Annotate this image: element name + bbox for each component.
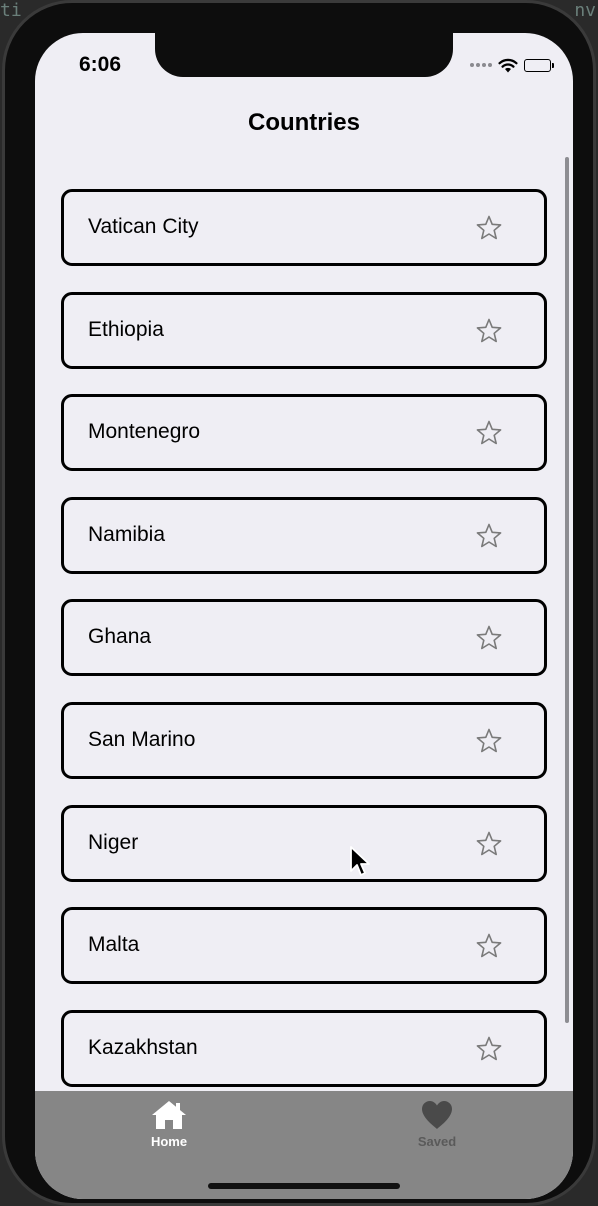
wifi-icon bbox=[498, 58, 518, 72]
country-name: Niger bbox=[88, 830, 139, 854]
home-icon bbox=[152, 1101, 186, 1129]
star-outline-icon[interactable] bbox=[476, 1036, 502, 1062]
phone-frame: 6:06 Countries Vatican City Ethiopia Monte… bbox=[2, 0, 596, 1206]
star-outline-icon[interactable] bbox=[476, 318, 502, 344]
country-row[interactable]: Kazakhstan bbox=[61, 1009, 547, 1087]
country-name: Malta bbox=[88, 933, 140, 957]
star-outline-icon[interactable] bbox=[476, 625, 502, 651]
tab-saved-label: Saved bbox=[417, 1134, 457, 1149]
star-outline-icon[interactable] bbox=[476, 420, 502, 446]
background-code-fragment-left: ti bbox=[0, 0, 22, 21]
country-name: Ethiopia bbox=[88, 317, 164, 341]
country-row[interactable]: Vatican City bbox=[61, 189, 547, 266]
country-name: Kazakhstan bbox=[88, 1035, 198, 1059]
country-name: Vatican City bbox=[88, 215, 199, 238]
background-code-fragment-right: nv bbox=[574, 0, 596, 21]
star-outline-icon[interactable] bbox=[476, 831, 502, 857]
country-row[interactable]: Namibia bbox=[61, 496, 547, 574]
status-time: 6:06 bbox=[79, 53, 122, 76]
status-indicators bbox=[470, 56, 554, 74]
tab-saved[interactable]: Saved bbox=[387, 1099, 487, 1149]
tab-home[interactable]: Home bbox=[119, 1099, 219, 1149]
country-row[interactable]: Niger bbox=[61, 804, 547, 882]
country-row[interactable]: San Marino bbox=[61, 702, 547, 779]
mouse-cursor-icon bbox=[350, 846, 370, 876]
country-row[interactable]: Ethiopia bbox=[61, 291, 547, 369]
star-outline-icon[interactable] bbox=[476, 933, 502, 959]
country-name: Ghana bbox=[88, 625, 152, 649]
star-outline-icon[interactable] bbox=[476, 215, 502, 241]
scrollbar[interactable] bbox=[565, 157, 569, 1023]
country-row[interactable]: Malta bbox=[61, 907, 547, 985]
app-screen: 6:06 Countries Vatican City Ethiopia Monte… bbox=[35, 33, 573, 1199]
country-name: Montenegro bbox=[88, 420, 201, 444]
star-outline-icon[interactable] bbox=[476, 523, 502, 549]
battery-icon bbox=[524, 58, 554, 72]
country-row[interactable]: Montenegro bbox=[61, 394, 547, 472]
country-row[interactable]: Ghana bbox=[61, 599, 547, 677]
tab-home-label: Home bbox=[150, 1134, 188, 1149]
home-indicator[interactable] bbox=[208, 1183, 400, 1189]
heart-icon bbox=[422, 1101, 452, 1129]
page-title: Countries bbox=[247, 109, 360, 136]
signal-icon bbox=[470, 63, 492, 67]
country-name: Namibia bbox=[88, 522, 166, 546]
star-outline-icon[interactable] bbox=[476, 728, 502, 754]
device-notch bbox=[155, 33, 453, 77]
country-name: San Marino bbox=[88, 728, 196, 751]
